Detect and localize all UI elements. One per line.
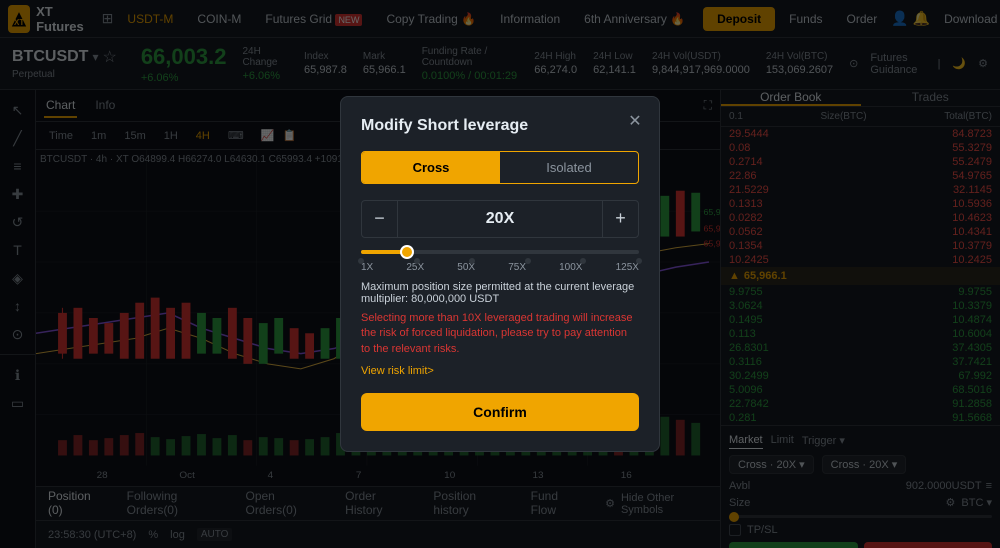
confirm-button[interactable]: Confirm (361, 393, 639, 431)
leverage-plus-button[interactable]: + (602, 201, 638, 237)
leverage-marks: 1X 25X 50X 75X 100X 125X (361, 262, 639, 273)
leverage-tabs: Cross Isolated (361, 151, 639, 184)
tab-isolated[interactable]: Isolated (500, 152, 638, 183)
leverage-minus-button[interactable]: − (362, 201, 398, 237)
leverage-warning: Selecting more than 10X leveraged tradin… (361, 311, 639, 357)
leverage-value: 20X (398, 210, 602, 228)
modal-overlay[interactable]: Modify Short leverage ✕ Cross Isolated −… (0, 0, 1000, 548)
leverage-slider[interactable] (361, 250, 639, 254)
modal-title: Modify Short leverage (361, 117, 639, 135)
tab-cross[interactable]: Cross (362, 152, 500, 183)
leverage-max-info: Maximum position size permitted at the c… (361, 281, 639, 305)
leverage-modal: Modify Short leverage ✕ Cross Isolated −… (340, 96, 660, 452)
risk-limit-link[interactable]: View risk limit> (361, 365, 639, 377)
modal-close-button[interactable]: ✕ (623, 109, 647, 133)
leverage-input-row: − 20X + (361, 200, 639, 238)
